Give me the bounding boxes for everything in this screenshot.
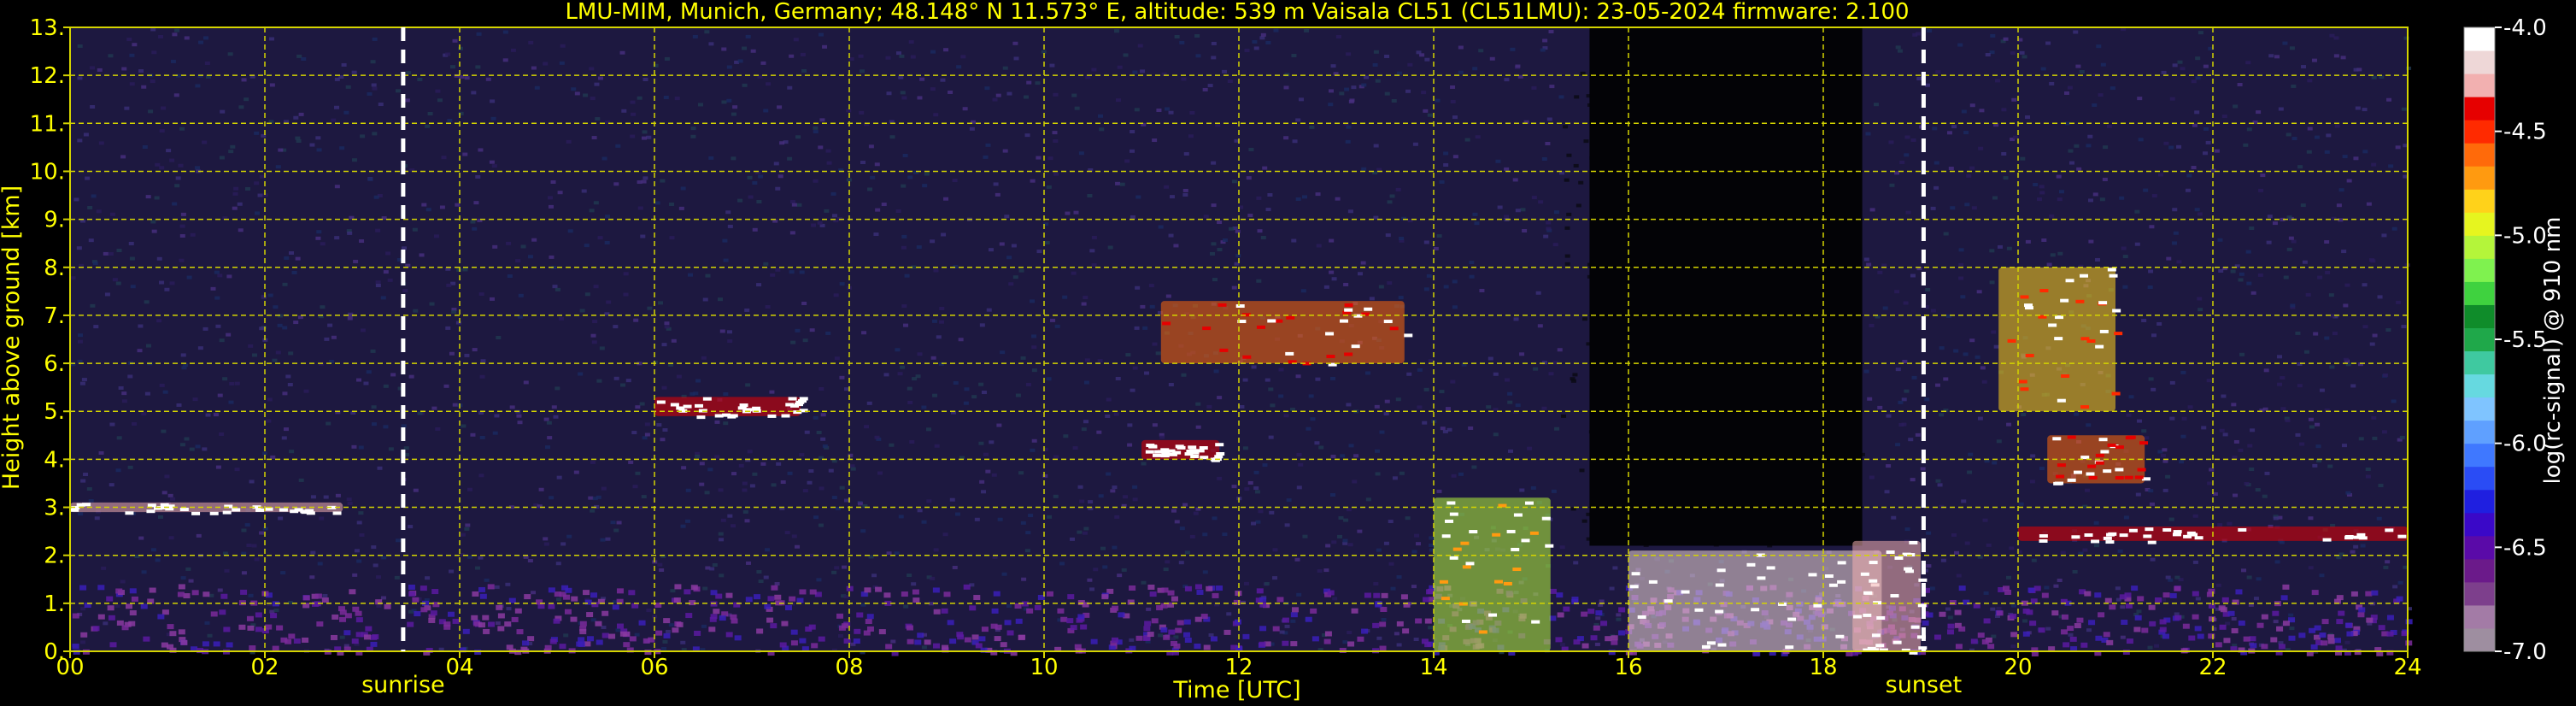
- colorbar-segment: [2464, 281, 2495, 305]
- colorbar-segment: [2464, 420, 2495, 444]
- colorbar-segment: [2464, 604, 2495, 629]
- colorbar-segment: [2464, 235, 2495, 259]
- x-tick-label: 24: [2393, 655, 2421, 680]
- y-tick-label: 8.: [44, 256, 65, 281]
- plot-area: [70, 27, 2413, 656]
- y-tick-label: 7.: [44, 303, 65, 329]
- x-tick-label: 14: [1419, 655, 1447, 680]
- y-tick-label: 3.: [44, 496, 65, 521]
- y-tick-label: 2.: [44, 544, 65, 569]
- x-tick-label: 22: [2198, 655, 2227, 680]
- y-tick-label: 5.: [44, 399, 65, 425]
- colorbar-segment: [2464, 627, 2495, 652]
- chart-title: LMU-MIM, Munich, Germany; 48.148° N 11.5…: [565, 0, 1909, 25]
- colorbar-tick-label: -7.0: [2503, 639, 2547, 665]
- y-tick-label: 12.: [30, 63, 65, 89]
- colorbar-segment: [2464, 258, 2495, 282]
- colorbar-segment: [2464, 120, 2495, 144]
- colorbar-segment: [2464, 466, 2495, 491]
- colorbar-segment: [2464, 581, 2495, 606]
- colorbar-segment: [2464, 189, 2495, 213]
- y-tick-label: 6.: [44, 351, 65, 377]
- colorbar-segment: [2464, 535, 2495, 560]
- colorbar-tick-label: -4.0: [2503, 15, 2547, 41]
- y-tick-label: 11.: [30, 111, 65, 137]
- colorbar-segment: [2464, 489, 2495, 514]
- colorbar-segment: [2464, 304, 2495, 328]
- ceilometer-chart: LMU-MIM, Munich, Germany; 48.148° N 11.5…: [0, 0, 2576, 706]
- y-tick-label: 1.: [44, 591, 65, 617]
- colorbar-segment: [2464, 97, 2495, 121]
- colorbar-segment: [2464, 27, 2495, 51]
- x-tick-label: 18: [1809, 655, 1837, 680]
- x-tick-label: 02: [250, 655, 279, 680]
- x-tick-label: 10: [1030, 655, 1058, 680]
- colorbar-segment: [2464, 350, 2495, 375]
- y-tick-label: 4.: [44, 447, 65, 473]
- colorbar-label: log(rc-signal) @ 910 nm: [2540, 217, 2566, 485]
- x-tick-label: 04: [445, 655, 473, 680]
- y-tick-label: 0.: [44, 639, 65, 665]
- colorbar-segment: [2464, 166, 2495, 190]
- y-tick-label: 10.: [30, 159, 65, 185]
- colorbar-tick-label: -4.5: [2503, 120, 2547, 145]
- x-tick-label: 16: [1614, 655, 1642, 680]
- colorbar-segment: [2464, 443, 2495, 468]
- feature-low-stratus: [1852, 540, 1921, 651]
- colorbar-segment: [2464, 212, 2495, 236]
- colorbar-segment: [2464, 50, 2495, 74]
- colorbar-segment: [2464, 74, 2495, 97]
- colorbar-segment: [2464, 558, 2495, 583]
- y-axis-label: Height above ground [km]: [0, 185, 25, 490]
- colorbar-segment: [2464, 143, 2495, 167]
- colorbar-segment: [2464, 374, 2495, 398]
- x-tick-label: 08: [835, 655, 863, 680]
- sunrise-label: sunrise: [361, 672, 445, 698]
- x-tick-label: 06: [640, 655, 668, 680]
- x-tick-label: 20: [2004, 655, 2032, 680]
- colorbar-segment: [2464, 512, 2495, 537]
- x-axis-label: Time [UTC]: [1172, 677, 1300, 703]
- colorbar-tick-label: -6.5: [2503, 535, 2547, 561]
- y-tick-label: 9.: [44, 208, 65, 233]
- attenuated-region: [1589, 27, 1863, 546]
- colorbar-segment: [2464, 327, 2495, 352]
- y-tick-label: 13.: [30, 15, 65, 41]
- sunset-label: sunset: [1886, 672, 1963, 698]
- colorbar-segment: [2464, 397, 2495, 421]
